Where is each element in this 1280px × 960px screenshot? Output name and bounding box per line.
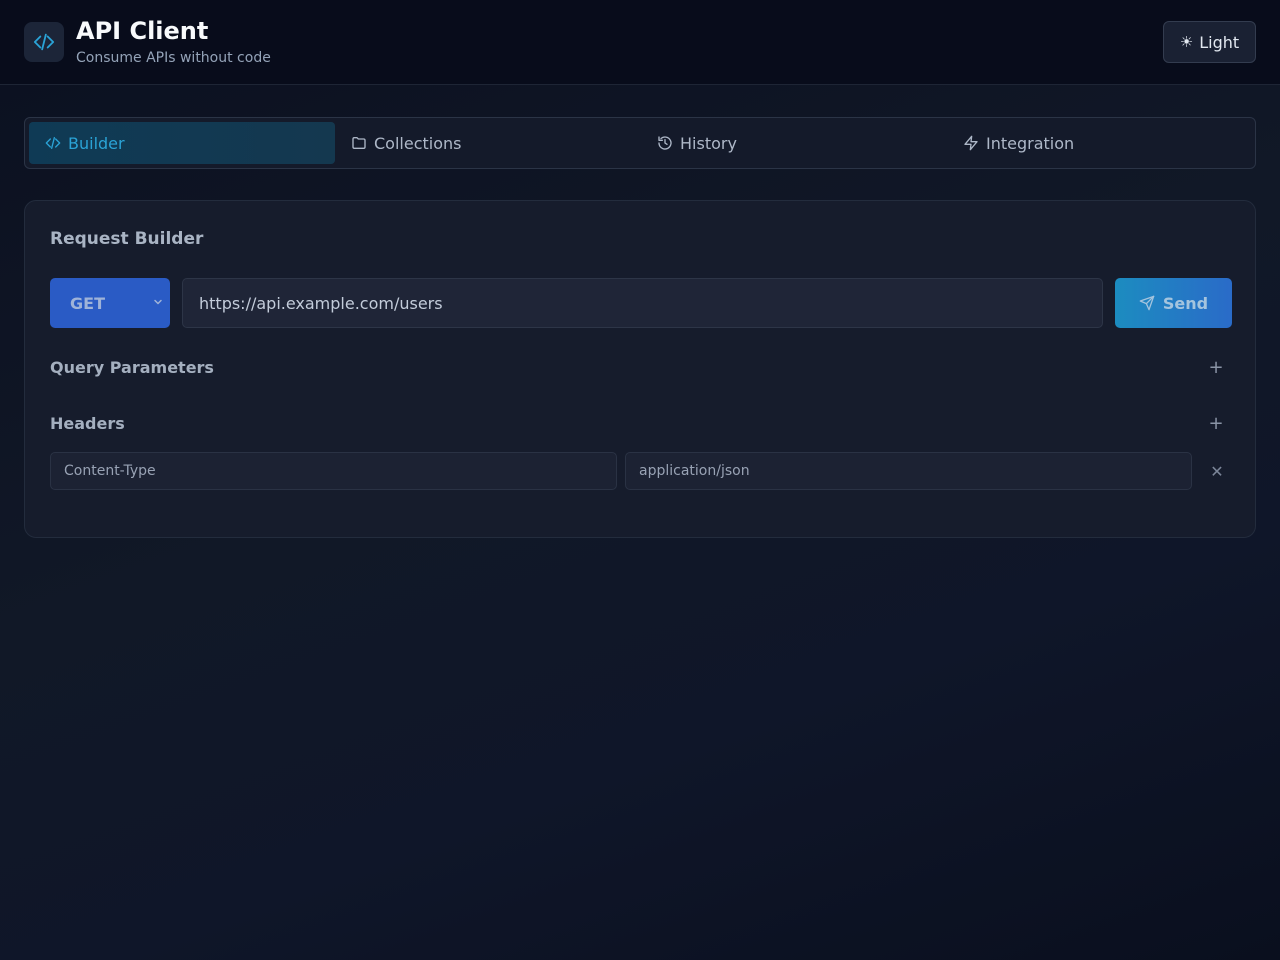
close-icon: ✕ [1210, 461, 1224, 481]
request-builder-panel: Request Builder GET Send Query Parameter… [24, 200, 1256, 538]
add-header-button[interactable]: + [1205, 412, 1227, 434]
panel-title: Request Builder [50, 229, 204, 249]
chevron-down-icon [154, 299, 162, 305]
add-query-param-button[interactable]: + [1205, 356, 1227, 378]
tab-label: Builder [68, 133, 125, 153]
send-icon [1139, 295, 1155, 311]
tab-label: History [680, 133, 737, 153]
send-label: Send [1162, 293, 1209, 313]
sun-icon: ☀ [1179, 33, 1194, 51]
headers-label: Headers [50, 414, 125, 433]
history-icon [658, 136, 672, 150]
theme-toggle-label: Light [1199, 32, 1240, 52]
zap-icon [964, 135, 978, 151]
query-params-label: Query Parameters [50, 358, 214, 377]
theme-toggle-button[interactable]: ☀ Light [1163, 21, 1256, 63]
send-button[interactable]: Send [1115, 278, 1232, 328]
code-icon [45, 137, 61, 149]
app-header: API Client Consume APIs without code ☀ L… [0, 0, 1280, 85]
tab-label: Collections [374, 133, 462, 153]
plus-icon: + [1208, 356, 1224, 378]
method-value: GET [70, 293, 105, 313]
tab-label: Integration [986, 133, 1075, 153]
app-title: API Client [76, 17, 209, 45]
code-icon [24, 22, 64, 62]
tab-bar: Builder Collections History Integration [24, 117, 1256, 169]
tab-collections[interactable]: Collections [335, 122, 641, 164]
tab-builder[interactable]: Builder [29, 122, 335, 164]
tab-history[interactable]: History [641, 122, 947, 164]
method-select[interactable]: GET [50, 278, 170, 328]
app-subtitle: Consume APIs without code [76, 50, 271, 66]
plus-icon: + [1208, 412, 1224, 434]
header-key-input[interactable] [50, 452, 617, 490]
tab-integration[interactable]: Integration [947, 122, 1253, 164]
url-input[interactable] [182, 278, 1103, 328]
remove-header-button[interactable]: ✕ [1206, 460, 1228, 482]
header-value-input[interactable] [625, 452, 1192, 490]
folder-icon [352, 137, 366, 149]
